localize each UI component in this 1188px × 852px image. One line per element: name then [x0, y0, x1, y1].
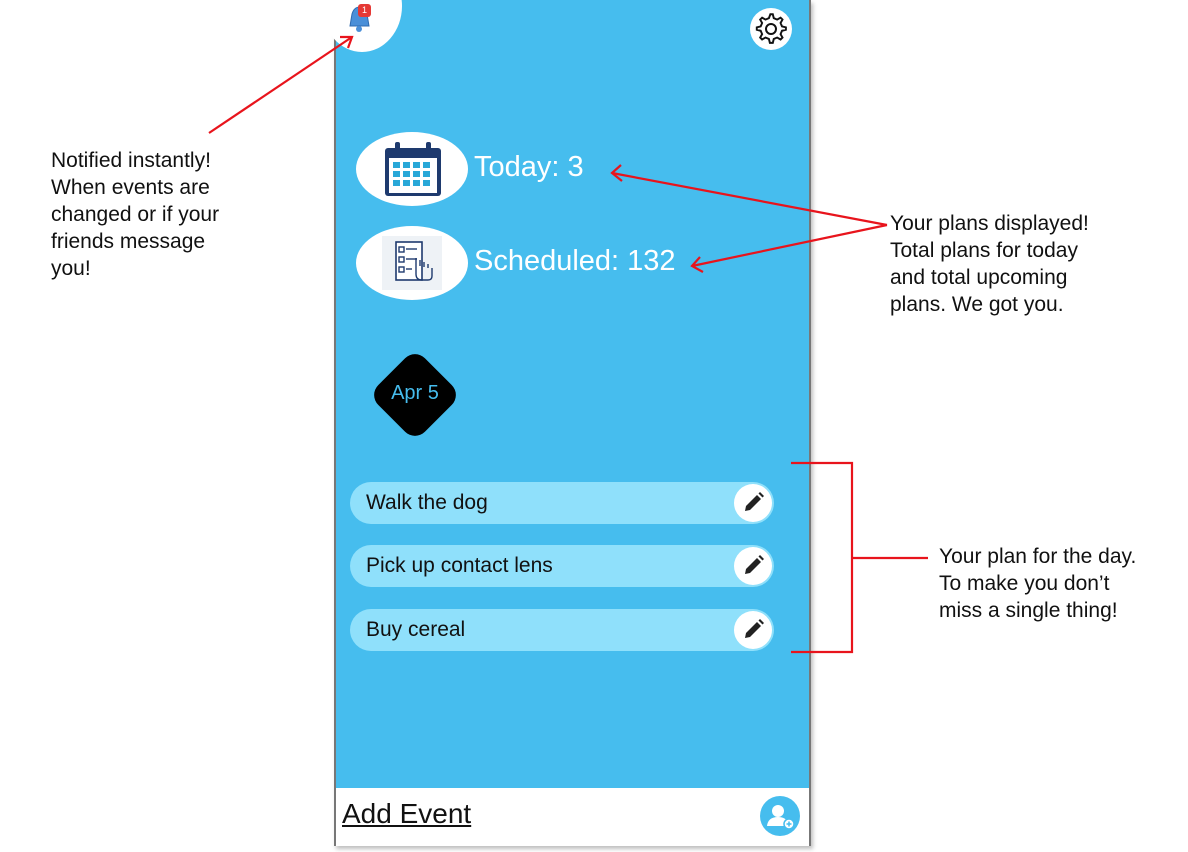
add-user-button[interactable]	[760, 796, 800, 836]
edit-button[interactable]	[734, 611, 772, 649]
task-label: Pick up contact lens	[366, 554, 553, 577]
task-label: Buy cereal	[366, 618, 466, 641]
annotation-line: miss a single thing!	[939, 599, 1118, 622]
edit-button[interactable]	[734, 484, 772, 522]
list-item[interactable]: Walk the dog	[350, 482, 774, 524]
add-user-icon	[767, 805, 795, 830]
today-icon-oval	[356, 132, 468, 206]
list-item[interactable]: Buy cereal	[350, 609, 774, 651]
annotation-line: and total upcoming	[890, 266, 1068, 289]
notification-badge: 1	[358, 4, 371, 17]
annotation-plans: Your plans displayed! Total plans for to…	[890, 210, 1089, 318]
calendar-icon	[385, 142, 441, 196]
annotation-notifications: Notified instantly! When events are chan…	[51, 147, 219, 282]
pencil-icon	[745, 555, 764, 574]
annotation-line: Total plans for today	[890, 239, 1078, 262]
date-badge: Apr 5	[391, 382, 439, 404]
list-item[interactable]: Pick up contact lens	[350, 545, 774, 587]
annotation-day-plan: Your plan for the day. To make you don’t…	[939, 543, 1136, 624]
annotation-line: When events are	[51, 176, 210, 199]
annotation-line: Your plans displayed!	[890, 212, 1089, 235]
annotation-line: changed or if your	[51, 203, 220, 226]
annotation-line: To make you don’t	[939, 572, 1110, 595]
today-count: Today: 3	[474, 151, 584, 183]
gear-icon	[755, 13, 787, 44]
annotation-line: you!	[51, 257, 91, 280]
annotation-line: plans. We got you.	[890, 293, 1064, 316]
pencil-icon	[745, 619, 764, 638]
checklist-icon	[382, 236, 442, 290]
annotation-line: friends message	[51, 230, 206, 253]
pencil-icon	[745, 492, 764, 511]
scheduled-count: Scheduled: 132	[474, 245, 676, 277]
bottom-bar: Add Event	[336, 788, 809, 846]
edit-button[interactable]	[734, 547, 772, 585]
annotation-line: Your plan for the day.	[939, 545, 1137, 568]
settings-button[interactable]	[750, 8, 792, 50]
task-label: Walk the dog	[366, 491, 488, 514]
phone-screen: 1 Today: 3 Scheduled: 132 Apr 5 Walk the…	[322, 0, 811, 846]
scheduled-icon-oval	[356, 226, 468, 300]
annotation-line: Notified instantly!	[51, 149, 211, 172]
add-event-link[interactable]: Add Event	[342, 798, 471, 830]
notification-bubble[interactable]: 1	[322, 0, 402, 52]
